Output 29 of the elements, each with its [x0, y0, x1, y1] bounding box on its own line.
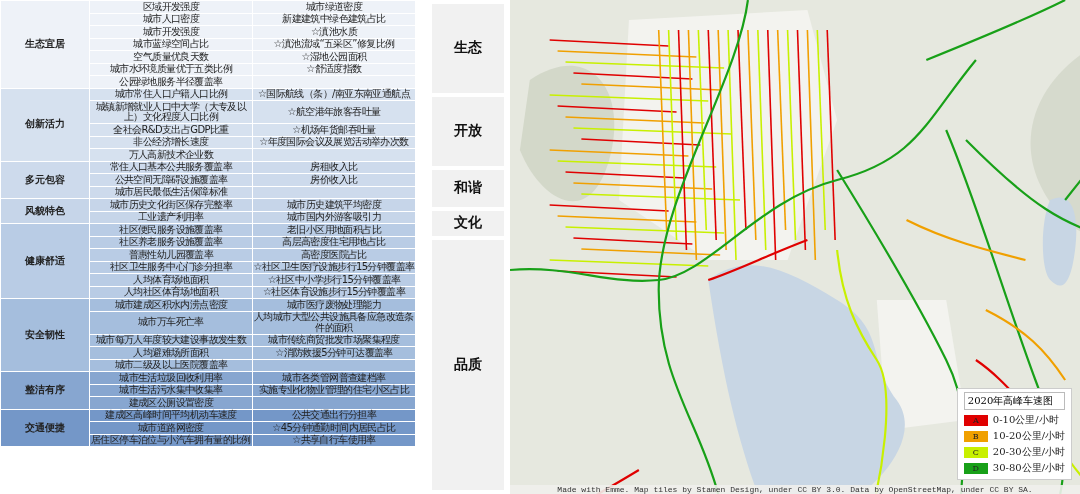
table-cell: 城镇新增就业人口中大学（大专及以上）文化程度人口比例: [89, 100, 253, 124]
category-cell: 安全韧性: [0, 298, 90, 372]
legend-title: 2020年高峰车速图: [963, 392, 1065, 410]
category-cell: 健康舒适: [0, 223, 90, 299]
legend-label: 20-30公里/小时: [992, 445, 1065, 459]
dimension-label: 文化: [432, 211, 504, 236]
legend-label: 30-80公里/小时: [992, 461, 1065, 475]
dimension-label: 开放: [432, 96, 504, 166]
category-cell: 交通便捷: [0, 409, 90, 447]
table-cell: 人均城市大型公共设施具备应急改造条件的面积: [252, 311, 416, 334]
legend-swatch: A: [963, 414, 988, 426]
dimension-label: 和谐: [432, 169, 504, 208]
table-cell: 城市万车死亡率: [89, 311, 253, 334]
category-cell: 生态宜居: [0, 0, 90, 88]
table-cell: ☆航空港年旅客吞吐量: [252, 100, 416, 124]
legend-label: 0-10公里/小时: [992, 413, 1059, 427]
legend-swatch: C: [963, 446, 988, 458]
legend-label: 10-20公里/小时: [992, 429, 1065, 443]
category-cell: 多元包容: [0, 161, 90, 199]
map-attribution: Made with Emme. Map tiles by Stamen Design, under CC BY 3.0. Data by OpenStreetMap, under CC BY SA.: [510, 485, 1080, 494]
dimension-label: 生态: [432, 4, 504, 93]
legend-swatch: B: [963, 430, 988, 442]
table-cell: 区域开发强度: [89, 0, 253, 13]
dimension-label: 品质: [432, 239, 504, 490]
legend-swatch: D: [963, 462, 988, 474]
table-cell: 城市绿道密度: [252, 0, 416, 13]
category-cell: 整洁有序: [0, 371, 90, 409]
category-cell: 风貌特色: [0, 198, 90, 224]
category-cell: 创新活力: [0, 88, 90, 161]
